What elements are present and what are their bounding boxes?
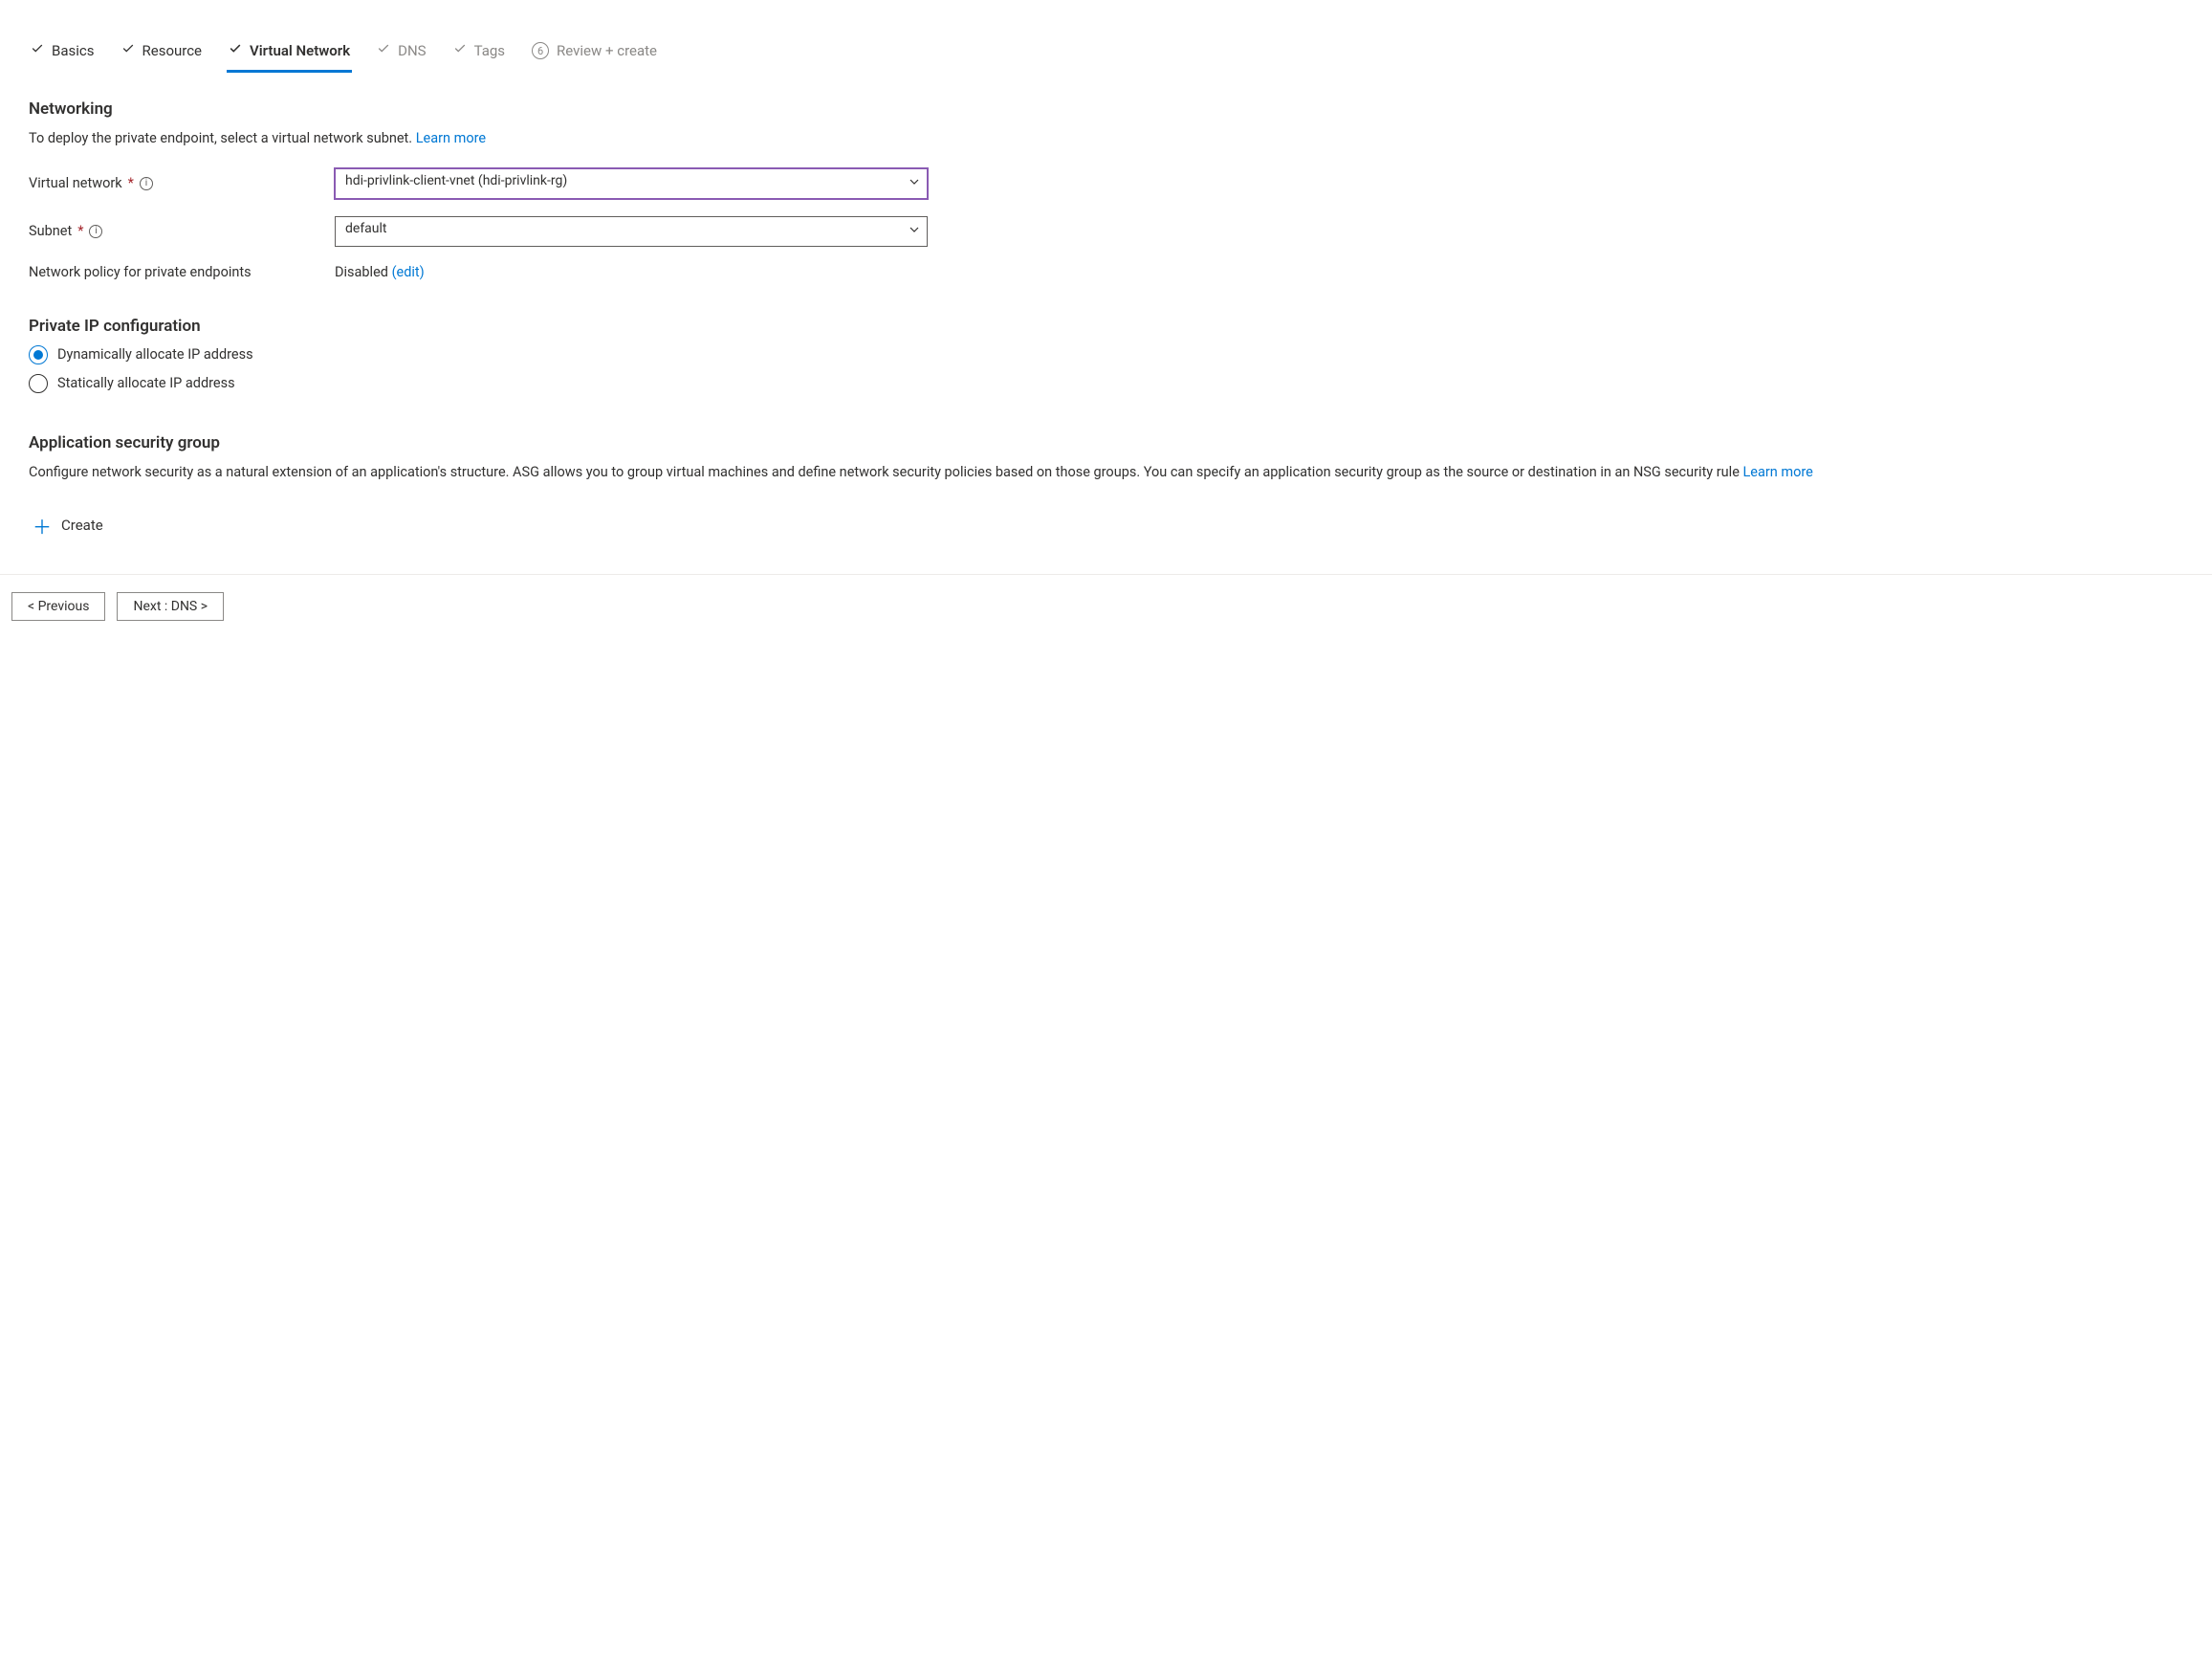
- radio-icon: [29, 345, 48, 364]
- radio-static[interactable]: Statically allocate IP address: [29, 374, 2183, 393]
- networking-heading: Networking: [29, 99, 2183, 119]
- radio-label: Statically allocate IP address: [57, 375, 235, 391]
- radio-dynamic[interactable]: Dynamically allocate IP address: [29, 345, 2183, 364]
- check-icon: [31, 42, 44, 59]
- vnet-label: Virtual network * i: [29, 175, 335, 191]
- ipconfig-heading: Private IP configuration: [29, 317, 2183, 336]
- learn-more-link[interactable]: Learn more: [1743, 464, 1813, 480]
- tab-label: DNS: [398, 42, 426, 59]
- tab-label: Resource: [142, 42, 203, 59]
- tab-label: Review + create: [557, 42, 657, 59]
- tab-review-create[interactable]: 6 Review + create: [530, 36, 659, 73]
- next-button[interactable]: Next : DNS >: [117, 592, 224, 621]
- learn-more-link[interactable]: Learn more: [416, 130, 486, 146]
- plus-icon: ＋: [33, 512, 52, 540]
- wizard-tabs: Basics Resource Virtual Network DNS Tags: [29, 29, 2183, 73]
- radio-icon: [29, 374, 48, 393]
- subnet-label: Subnet * i: [29, 223, 335, 239]
- create-label: Create: [61, 517, 103, 534]
- tab-label: Tags: [474, 42, 505, 59]
- check-icon: [229, 42, 242, 59]
- tab-label: Virtual Network: [250, 42, 350, 59]
- check-icon: [121, 42, 135, 59]
- radio-label: Dynamically allocate IP address: [57, 346, 253, 363]
- tab-label: Basics: [52, 42, 95, 59]
- edit-policy-link[interactable]: (edit): [392, 264, 425, 280]
- info-icon[interactable]: i: [89, 225, 102, 238]
- policy-label: Network policy for private endpoints: [29, 264, 335, 280]
- check-icon: [377, 42, 390, 59]
- ipconfig-radio-group: Dynamically allocate IP address Statical…: [29, 345, 2183, 393]
- tab-virtual-network[interactable]: Virtual Network: [227, 36, 352, 73]
- tab-basics[interactable]: Basics: [29, 36, 97, 73]
- policy-value: Disabled (edit): [335, 264, 928, 280]
- wizard-footer: < Previous Next : DNS >: [0, 575, 2212, 638]
- create-asg-button[interactable]: ＋ Create: [29, 506, 107, 545]
- required-indicator: *: [128, 175, 134, 191]
- required-indicator: *: [77, 223, 83, 239]
- asg-heading: Application security group: [29, 433, 2183, 452]
- subnet-select[interactable]: default: [335, 216, 928, 247]
- step-number-icon: 6: [532, 42, 549, 59]
- info-icon[interactable]: i: [140, 177, 153, 190]
- check-icon: [453, 42, 467, 59]
- previous-button[interactable]: < Previous: [11, 592, 105, 621]
- tab-dns[interactable]: DNS: [375, 36, 427, 73]
- tab-resource[interactable]: Resource: [120, 36, 205, 73]
- networking-description: To deploy the private endpoint, select a…: [29, 128, 2183, 149]
- tab-tags[interactable]: Tags: [451, 36, 507, 73]
- vnet-select[interactable]: hdi-privlink-client-vnet (hdi-privlink-r…: [335, 168, 928, 199]
- asg-description: Configure network security as a natural …: [29, 462, 2183, 483]
